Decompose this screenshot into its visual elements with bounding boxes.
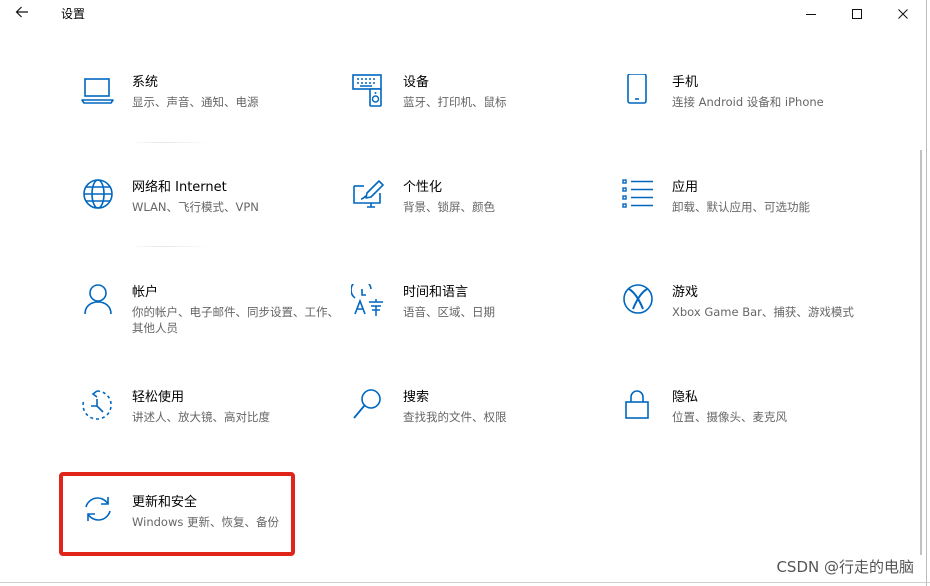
minimize-icon — [805, 5, 817, 24]
maximize-icon — [851, 5, 863, 24]
tile-network[interactable]: 网络和 Internet WLAN、飞行模式、VPN — [80, 179, 340, 251]
tile-title: 系统 — [132, 75, 159, 90]
xbox-icon — [620, 284, 656, 320]
tile-gaming[interactable]: 游戏 Xbox Game Bar、捕获、游戏模式 — [620, 284, 880, 356]
tile-description: 蓝牙、打印机、鼠标 — [403, 95, 507, 109]
tile-phone[interactable]: 手机 连接 Android 设备和 iPhone — [620, 74, 880, 146]
watermark: CSDN @行走的电脑 — [776, 558, 914, 576]
time-language-icon — [351, 284, 387, 320]
tile-title: 帐户 — [132, 285, 159, 300]
separator — [130, 142, 210, 143]
tile-title: 搜索 — [403, 390, 430, 405]
tile-description: 讲述人、放大镜、高对比度 — [132, 410, 270, 424]
tile-time-language[interactable]: 时间和语言 语音、区域、日期 — [351, 284, 611, 356]
ease-of-access-icon — [80, 389, 116, 425]
close-icon — [897, 5, 909, 24]
devices-icon — [351, 74, 387, 110]
tile-title: 应用 — [672, 180, 699, 195]
apps-list-icon — [620, 179, 656, 215]
tile-description: 语音、区域、日期 — [403, 305, 495, 319]
tile-title: 手机 — [672, 75, 699, 90]
search-icon — [351, 389, 387, 425]
laptop-icon — [80, 74, 116, 110]
tile-privacy[interactable]: 隐私 位置、摄像头、麦克风 — [620, 389, 880, 461]
tile-title: 轻松使用 — [132, 390, 185, 405]
tile-system[interactable]: 系统 显示、声音、通知、电源 — [80, 74, 340, 146]
tile-description: 位置、摄像头、麦克风 — [672, 410, 787, 424]
scrollbar[interactable] — [920, 150, 922, 555]
tile-apps[interactable]: 应用 卸载、默认应用、可选功能 — [620, 179, 880, 251]
tile-description: 背景、锁屏、颜色 — [403, 200, 495, 214]
back-arrow-icon — [14, 4, 30, 24]
tile-description: 查找我的文件、权限 — [403, 410, 507, 424]
back-button[interactable] — [8, 2, 36, 26]
tile-description: 显示、声音、通知、电源 — [132, 95, 259, 109]
tile-title: 游戏 — [672, 285, 699, 300]
tile-title: 时间和语言 — [403, 285, 469, 300]
close-button[interactable] — [880, 0, 926, 28]
separator — [130, 246, 210, 247]
globe-icon — [80, 179, 116, 215]
phone-icon — [620, 74, 656, 110]
tile-ease-of-access[interactable]: 轻松使用 讲述人、放大镜、高对比度 — [80, 389, 340, 461]
tile-search[interactable]: 搜索 查找我的文件、权限 — [351, 389, 611, 461]
highlight-box — [59, 472, 295, 556]
tile-description: Xbox Game Bar、捕获、游戏模式 — [672, 305, 854, 319]
tile-personalization[interactable]: 个性化 背景、锁屏、颜色 — [351, 179, 611, 251]
personalization-icon — [351, 179, 387, 215]
tile-title: 个性化 — [403, 180, 443, 195]
tile-title: 设备 — [403, 75, 430, 90]
maximize-button[interactable] — [834, 0, 880, 28]
window-border — [926, 0, 927, 586]
tile-description: 卸载、默认应用、可选功能 — [672, 200, 810, 214]
title-bar: 设置 — [0, 0, 930, 28]
tile-title: 网络和 Internet — [132, 180, 227, 195]
lock-icon — [620, 389, 656, 425]
person-icon — [80, 284, 116, 320]
tile-description: WLAN、飞行模式、VPN — [132, 200, 259, 214]
tile-accounts[interactable]: 帐户 你的帐户、电子邮件、同步设置、工作、其他人员 — [80, 284, 340, 356]
tile-description: 你的帐户、电子邮件、同步设置、工作、其他人员 — [132, 305, 339, 335]
minimize-button[interactable] — [788, 0, 834, 28]
window-border-bottom — [0, 582, 930, 583]
window-title: 设置 — [61, 7, 86, 21]
tile-devices[interactable]: 设备 蓝牙、打印机、鼠标 — [351, 74, 611, 146]
tile-title: 隐私 — [672, 390, 699, 405]
tile-description: 连接 Android 设备和 iPhone — [672, 95, 824, 109]
